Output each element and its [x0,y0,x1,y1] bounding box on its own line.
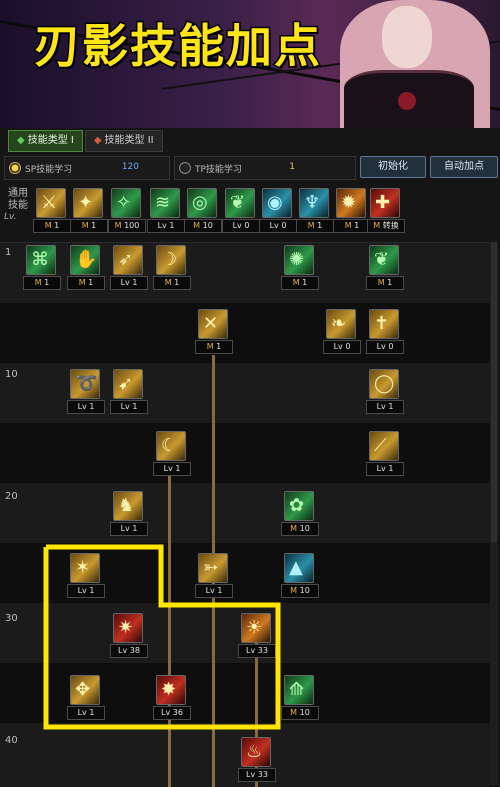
tab-label: 技能类型 I [27,135,74,146]
skill-glyph: ≋ [155,192,171,213]
mastery-badge-icon: M [114,221,125,230]
skill-tree-scrollbar[interactable] [490,242,498,786]
skill-level: M 1 [296,219,334,233]
skill-level-text: Lv 0 [269,221,287,230]
skill-level: M 1 [70,219,108,233]
leap-icon[interactable]: ❦ [225,188,255,218]
radio-unselected-icon [179,162,191,174]
skill-level: M 1 [333,219,371,233]
skill-level-text: 转换 [382,221,399,230]
skill-level-text: 1 [54,221,60,230]
skill-glyph: ✧ [116,192,132,213]
skill-level-text: 10 [202,221,213,230]
fire-slash-icon[interactable]: ✹ [336,188,366,218]
sp-learning-toggle[interactable]: SP技能学习 120 [4,156,170,180]
skill-level-text: Lv 0 [232,221,250,230]
mastery-badge-icon: M [193,221,203,230]
armor-icon[interactable]: ♆ [299,188,329,218]
skill-slot[interactable]: ⚔ M 1 [33,188,71,234]
skill-glyph: ◎ [192,192,208,213]
tab-skill-type-2[interactable]: ◆ 技能类型 II [84,130,163,152]
target-eye-icon[interactable]: ◎ [187,188,217,218]
tab-label: 技能类型 II [104,135,154,146]
skill-slot[interactable]: ≋ Lv 1 [147,188,185,234]
skill-level-text: Lv 1 [157,221,175,230]
swap-icon[interactable]: ✚ [370,188,400,218]
skill-level-text: 1 [317,221,323,230]
points-row: SP技能学习 120 TP技能学习 1 初始化 自动加点 [4,156,500,180]
wind-dash-icon[interactable]: ≋ [150,188,180,218]
shadow-strike-icon[interactable]: ✦ [73,188,103,218]
skill-level: M 10 [184,219,222,233]
skill-glyph: ❦ [230,192,246,213]
dagger-strike-icon[interactable]: ⚔ [36,188,66,218]
diamond-icon: ◆ [93,135,102,146]
tp-label: TP技能学习 [195,165,242,175]
skill-slot[interactable]: ◉ Lv 0 [259,188,297,234]
skill-glyph: ♆ [304,192,321,213]
mastery-badge-icon: M [44,221,55,230]
skill-slot[interactable]: ✚ M 转换 [367,188,405,234]
skill-glyph: ⚔ [41,192,58,213]
skill-slot[interactable]: ❦ Lv 0 [222,188,260,234]
skill-slot[interactable]: ✦ M 1 [70,188,108,234]
highlight-outline [43,544,281,730]
skill-glyph: ◉ [267,192,283,213]
diamond-icon: ◆ [17,135,25,146]
green-slash-icon[interactable]: ✧ [111,188,141,218]
sp-label: SP技能学习 [25,165,73,175]
skill-level: Lv 0 [259,219,297,233]
character-portrait [320,0,490,128]
skill-slot[interactable]: ♆ M 1 [296,188,334,234]
mastery-badge-icon: M [373,221,383,230]
skill-slot[interactable]: ✧ M 100 [108,188,146,234]
banner: 刃影技能加点 [0,0,500,128]
tp-value: 1 [289,162,295,172]
common-skills-label: 通用 技能 [8,188,28,212]
reset-button[interactable]: 初始化 [360,156,426,178]
skill-level: Lv 0 [222,219,260,233]
skill-level-text: 100 [124,221,140,230]
skill-tree: 1 10 20 30 40 ⌘ M 1 ✋ M 1 ➶ Lv 1 ☽ M 1 ✺ M 1 ❦ M 1 ✕… [0,242,490,787]
mastery-badge-icon: M [81,221,92,230]
skill-type-tabs: ◆ 技能类型 I ◆ 技能类型 II [8,130,163,152]
skill-level: M 转换 [367,219,405,233]
common-skills-text: 通用 技能 [8,188,28,211]
skill-glyph: ✹ [341,192,357,213]
tab-skill-type-1[interactable]: ◆ 技能类型 I [8,130,83,152]
level-axis-label: Lv. [4,212,17,222]
skill-level: M 1 [33,219,71,233]
skill-level-text: 1 [354,221,360,230]
skill-level: M 100 [108,219,146,233]
radio-selected-icon [9,162,21,174]
shield-orb-icon[interactable]: ◉ [262,188,292,218]
skill-panel: ◆ 技能类型 I ◆ 技能类型 II SP技能学习 120 TP技能学习 1 初始化… [0,128,500,787]
sp-value: 120 [121,162,139,172]
skill-level: Lv 1 [147,219,185,233]
skill-level-text: 1 [91,221,97,230]
mastery-badge-icon: M [307,221,318,230]
skill-glyph: ✚ [375,192,391,213]
skill-glyph: ✦ [78,192,94,213]
tp-learning-toggle[interactable]: TP技能学习 1 [174,156,356,180]
mastery-badge-icon: M [344,221,355,230]
auto-assign-button[interactable]: 自动加点 [430,156,498,178]
skill-slot[interactable]: ✹ M 1 [333,188,371,234]
skill-slot[interactable]: ◎ M 10 [184,188,222,234]
banner-title: 刃影技能加点 [33,18,322,75]
scrollbar-thumb[interactable] [491,242,497,542]
